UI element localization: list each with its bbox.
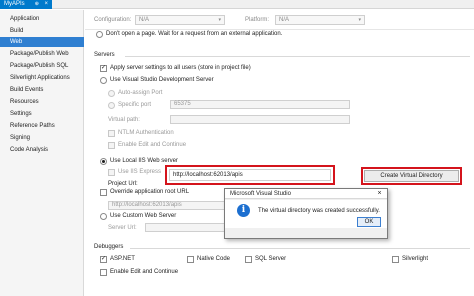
edit-continue-top-checkbox[interactable] — [108, 142, 115, 149]
debuggers-header: Debuggers — [94, 244, 124, 250]
platform-label: Platform: — [245, 17, 270, 23]
sql-server-label: SQL Server — [255, 256, 287, 262]
use-vs-dev-server-radio[interactable] — [100, 77, 107, 84]
use-custom-server-label: Use Custom Web Server — [110, 213, 177, 219]
override-root-url-label: Override application root URL — [110, 189, 190, 195]
nav-item-build-events[interactable]: Build Events — [0, 85, 84, 95]
override-root-url-checkbox[interactable] — [100, 189, 107, 196]
nav-item-reference-paths[interactable]: Reference Paths — [0, 121, 84, 131]
ntlm-checkbox[interactable] — [108, 130, 115, 137]
configuration-label: Configuration: — [94, 17, 132, 23]
specific-port-input[interactable]: 65375 — [170, 100, 350, 109]
project-properties-nav: Application Build Web Package/Publish We… — [0, 10, 84, 296]
configuration-select: N/A ▾ — [135, 15, 225, 25]
dialog-title: Microsoft Visual Studio — [230, 191, 291, 197]
specific-port-radio[interactable] — [108, 102, 115, 109]
edit-continue-top-label: Enable Edit and Continue — [118, 142, 187, 148]
servers-divider — [125, 56, 470, 57]
dialog-title-bar: Microsoft Visual Studio × — [225, 189, 387, 199]
aspnet-checkbox[interactable] — [100, 256, 107, 263]
nav-item-package-publish-sql[interactable]: Package/Publish SQL — [0, 61, 84, 71]
use-iis-express-label: Use IIS Express — [118, 169, 162, 175]
sql-server-checkbox[interactable] — [245, 256, 252, 263]
silverlight-label: Silverlight — [402, 256, 429, 262]
use-local-iis-radio[interactable] — [100, 158, 107, 165]
tab-myapis[interactable]: MyAPIs ⊕ × — [0, 0, 52, 9]
auto-assign-port-label: Auto-assign Port — [118, 90, 163, 96]
chevron-down-icon: ▾ — [358, 17, 361, 23]
ntlm-label: NTLM Authentication — [118, 130, 174, 136]
nav-item-package-publish-web[interactable]: Package/Publish Web — [0, 49, 84, 59]
use-custom-server-radio[interactable] — [100, 213, 107, 220]
debuggers-divider — [130, 248, 470, 249]
platform-value: N/A — [279, 17, 290, 23]
silverlight-checkbox[interactable] — [392, 256, 399, 263]
nav-item-silverlight-applications[interactable]: Silverlight Applications — [0, 73, 84, 83]
nav-item-resources[interactable]: Resources — [0, 97, 84, 107]
nav-item-code-analysis[interactable]: Code Analysis — [0, 145, 84, 155]
nav-item-settings[interactable]: Settings — [0, 109, 84, 119]
pin-icon[interactable]: ⊕ — [35, 0, 39, 9]
aspnet-label: ASP.NET — [110, 256, 135, 262]
virtual-path-input[interactable] — [170, 115, 350, 124]
apply-all-users-label: Apply server settings to all users (stor… — [110, 65, 251, 71]
use-local-iis-label: Use Local IIS Web server — [110, 158, 178, 164]
configuration-bar: Configuration: N/A ▾ Platform: N/A ▾ — [85, 10, 474, 30]
configuration-value: N/A — [139, 17, 150, 23]
ok-button[interactable]: OK — [357, 217, 381, 227]
web-properties-page: Configuration: N/A ▾ Platform: N/A ▾ Don… — [85, 10, 474, 296]
dont-open-page-label: Don't open a page. Wait for a request fr… — [106, 31, 283, 37]
nav-item-application[interactable]: Application — [0, 14, 84, 24]
nav-item-signing[interactable]: Signing — [0, 133, 84, 143]
edit-continue-bottom-label: Enable Edit and Continue — [110, 269, 179, 275]
info-icon: i — [237, 204, 250, 217]
chevron-down-icon: ▾ — [218, 17, 221, 23]
servers-header: Servers — [94, 52, 115, 58]
server-url-label: Server Url: — [108, 225, 137, 231]
apply-all-users-checkbox[interactable] — [100, 65, 107, 72]
nav-item-web[interactable]: Web — [0, 37, 84, 47]
document-tab-bar: MyAPIs ⊕ × — [0, 0, 474, 9]
specific-port-label: Specific port — [118, 102, 152, 108]
close-icon[interactable]: × — [44, 0, 48, 9]
nav-item-build[interactable]: Build — [0, 26, 84, 36]
auto-assign-port-radio[interactable] — [108, 90, 115, 97]
native-code-checkbox[interactable] — [187, 256, 194, 263]
platform-select: N/A ▾ — [275, 15, 365, 25]
create-virtual-directory-button[interactable]: Create Virtual Directory — [364, 170, 459, 182]
tab-title: MyAPIs — [4, 1, 25, 7]
message-dialog: Microsoft Visual Studio × i The virtual … — [224, 188, 388, 239]
native-code-label: Native Code — [197, 256, 231, 262]
use-vs-dev-server-label: Use Visual Studio Development Server — [110, 77, 214, 83]
dialog-message: The virtual directory was created succes… — [258, 208, 380, 214]
project-url-label: Project Url: — [108, 181, 138, 187]
project-url-input[interactable]: http://localhost:62013/apis — [169, 169, 331, 181]
close-icon[interactable]: × — [372, 189, 387, 199]
edit-continue-bottom-checkbox[interactable] — [100, 269, 107, 276]
dont-open-page-radio[interactable] — [96, 31, 103, 38]
virtual-path-label: Virtual path: — [108, 117, 140, 123]
use-iis-express-checkbox[interactable] — [108, 169, 115, 176]
